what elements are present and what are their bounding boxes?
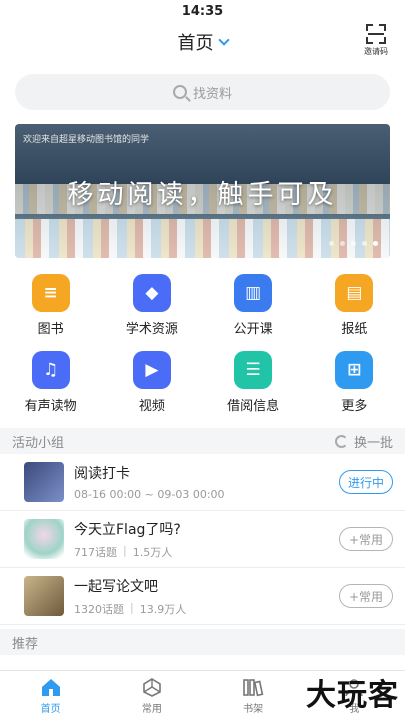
scan-label: 邀请码 [364, 47, 388, 56]
grid-item-borrow-info[interactable]: ☰ 借阅信息 [203, 351, 304, 414]
add-common-button[interactable]: +常用 [339, 527, 393, 551]
graduation-cap-icon: ◆ [132, 274, 171, 312]
group-avatar [24, 519, 64, 559]
refresh-label: 换一批 [353, 435, 393, 451]
course-icon: ▥ [234, 274, 273, 312]
group-topics: 717话题 [74, 545, 117, 559]
borrow-info-icon: ☰ [234, 351, 273, 389]
group-avatar [24, 576, 64, 616]
chevron-down-icon [217, 34, 230, 46]
list-item[interactable]: 阅读打卡 08-16 00:00 ~ 09-03 00:00 进行中 [0, 454, 405, 511]
scan-button[interactable]: 邀请码 [359, 24, 393, 57]
common-icon [143, 677, 161, 697]
banner-title: 移动阅读，触手可及 [67, 180, 338, 210]
status-bar: 14:35 [0, 0, 405, 22]
list-item[interactable]: 今天立Flag了吗? 717话题 | 1.5万人 +常用 [0, 511, 405, 568]
groups-section-header: 活动小组 换一批 [0, 428, 405, 454]
tab-label: 常用 [141, 703, 162, 715]
refresh-button[interactable]: 换一批 [334, 432, 393, 451]
recommend-section-header: 推荐 [0, 629, 405, 655]
grid-label: 报纸 [341, 322, 368, 337]
page-title-dropdown[interactable]: 首页 [177, 29, 230, 55]
grid-item-academic[interactable]: ◆ 学术资源 [101, 274, 202, 337]
grid-item-books[interactable]: ≡ 图书 [0, 274, 101, 337]
tab-home[interactable]: 首页 [0, 671, 101, 720]
carousel-dot [340, 241, 345, 246]
tab-common[interactable]: 常用 [101, 671, 202, 720]
group-members: 1.5万人 [132, 545, 173, 559]
home-icon [41, 678, 60, 696]
page-title: 首页 [177, 33, 214, 54]
search-bar[interactable]: 找资料 [15, 74, 390, 110]
search-icon [172, 85, 187, 99]
feature-grid: ≡ 图书 ◆ 学术资源 ▥ 公开课 ▤ 报纸 ♫ 有声读物 ▶ 视频 ☰ 借阅信… [0, 274, 405, 414]
grid-label: 视频 [138, 399, 165, 414]
banner-carousel[interactable]: 欢迎来自超星移动图书馆的同学 移动阅读，触手可及 [15, 124, 390, 258]
grid-label: 有声读物 [24, 399, 77, 414]
status-time: 14:35 [181, 3, 224, 19]
carousel-dot [329, 241, 334, 246]
group-meta: 08-16 00:00 ~ 09-03 00:00 [74, 488, 225, 501]
list-item[interactable]: 一起写论文吧 1320话题 | 13.9万人 +常用 [0, 568, 405, 625]
group-members: 13.9万人 [139, 602, 187, 616]
carousel-dots [329, 241, 378, 246]
carousel-dot-active [373, 241, 378, 246]
carousel-dot [362, 241, 367, 246]
grid-item-video[interactable]: ▶ 视频 [101, 351, 202, 414]
nav-bar: 首页 邀请码 [0, 22, 405, 62]
groups-section-title: 活动小组 [12, 435, 65, 451]
grid-item-newspaper[interactable]: ▤ 报纸 [304, 274, 405, 337]
tab-bookshelf[interactable]: 书架 [203, 671, 304, 720]
group-avatar [24, 462, 64, 502]
bookshelf-icon [243, 678, 264, 696]
banner-subtitle: 欢迎来自超星移动图书馆的同学 [23, 135, 150, 145]
carousel-dot [351, 241, 356, 246]
group-name: 一起写论文吧 [74, 578, 158, 595]
refresh-icon [334, 434, 348, 448]
grid-item-more[interactable]: ⊞ 更多 [304, 351, 405, 414]
newspaper-icon: ▤ [335, 274, 374, 312]
group-status-button[interactable]: 进行中 [339, 470, 393, 494]
grid-label: 图书 [37, 322, 64, 337]
watermark-logo: 大玩客 [306, 678, 399, 713]
recommend-title: 推荐 [12, 636, 39, 652]
grid-label: 借阅信息 [227, 399, 280, 414]
search-placeholder: 找资料 [192, 86, 232, 102]
scan-icon [366, 24, 386, 44]
more-grid-icon: ⊞ [335, 351, 374, 389]
grid-label: 学术资源 [125, 322, 178, 337]
video-icon: ▶ [132, 351, 171, 389]
group-topics: 1320话题 [74, 602, 124, 616]
group-name: 今天立Flag了吗? [74, 521, 181, 538]
add-common-button[interactable]: +常用 [339, 584, 393, 608]
group-name: 阅读打卡 [74, 466, 130, 482]
grid-label: 更多 [341, 399, 368, 414]
book-icon: ≡ [31, 274, 70, 312]
tab-label: 首页 [40, 703, 61, 715]
grid-item-open-course[interactable]: ▥ 公开课 [203, 274, 304, 337]
audio-book-icon: ♫ [31, 351, 70, 389]
tab-label: 书架 [243, 703, 264, 715]
grid-item-audio-book[interactable]: ♫ 有声读物 [0, 351, 101, 414]
grid-label: 公开课 [233, 322, 273, 337]
